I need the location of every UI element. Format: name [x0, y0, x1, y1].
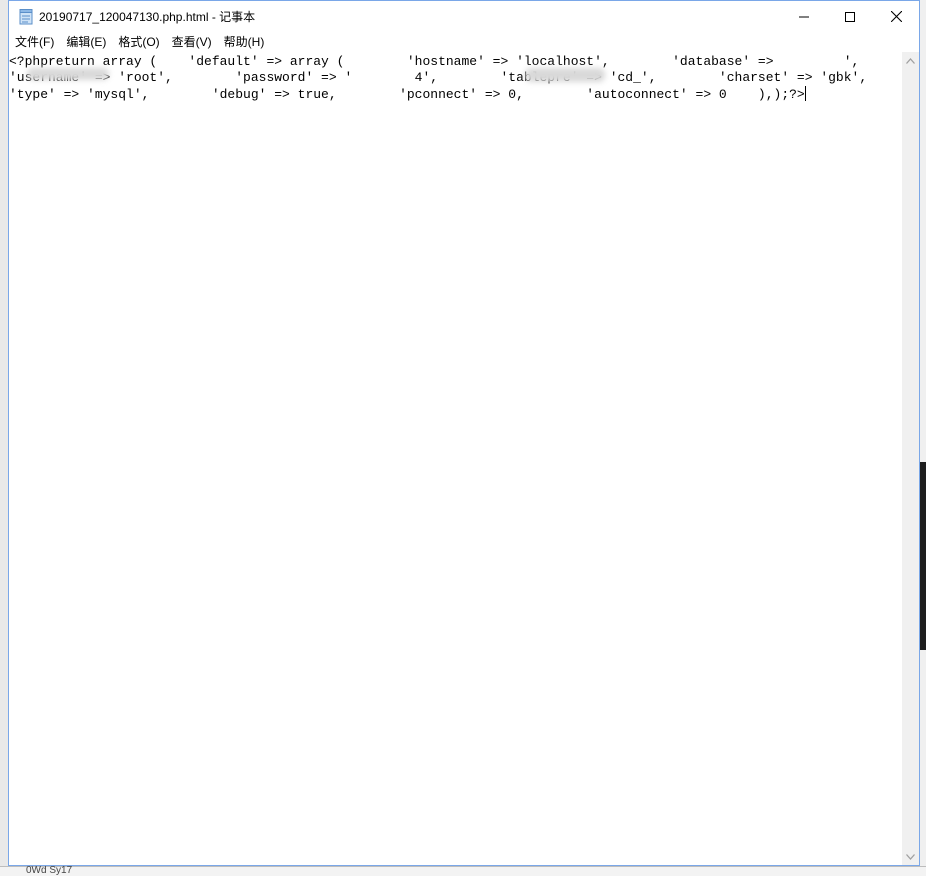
title-bar[interactable]: 20190717_120047130.php.html - 记事本: [9, 1, 919, 32]
vertical-scrollbar[interactable]: [902, 52, 919, 865]
notepad-window: 20190717_120047130.php.html - 记事本 文件(F) …: [8, 0, 920, 866]
minimize-button[interactable]: [781, 1, 827, 32]
maximize-icon: [845, 11, 855, 22]
text-editor-area[interactable]: <?phpreturn array ( 'default' => array (…: [9, 52, 902, 865]
chevron-down-icon: [906, 853, 915, 860]
editor-text-body: <?phpreturn array ( 'default' => array (…: [9, 54, 926, 102]
minimize-icon: [799, 16, 809, 17]
menu-file[interactable]: 文件(F): [9, 33, 60, 50]
menu-help[interactable]: 帮助(H): [218, 33, 271, 50]
chevron-up-icon: [906, 57, 915, 64]
text-caret: [804, 86, 806, 101]
menu-bar: 文件(F) 编辑(E) 格式(O) 查看(V) 帮助(H): [9, 32, 919, 51]
window-title: 20190717_120047130.php.html - 记事本: [39, 10, 256, 24]
redacted-database-name: [27, 68, 109, 80]
scroll-down-button[interactable]: [902, 848, 919, 865]
redacted-password: [525, 68, 605, 82]
menu-format[interactable]: 格式(O): [112, 33, 165, 50]
close-button[interactable]: [873, 1, 919, 32]
menu-edit[interactable]: 编辑(E): [60, 33, 112, 50]
scroll-up-button[interactable]: [902, 52, 919, 69]
editor-content[interactable]: <?phpreturn array ( 'default' => array (…: [9, 54, 902, 103]
maximize-button[interactable]: [827, 1, 873, 32]
menu-view[interactable]: 查看(V): [166, 33, 218, 50]
notepad-icon: [19, 9, 33, 25]
close-icon: [890, 11, 902, 22]
background-bottom-text: 0Wd Sy17: [26, 865, 73, 876]
